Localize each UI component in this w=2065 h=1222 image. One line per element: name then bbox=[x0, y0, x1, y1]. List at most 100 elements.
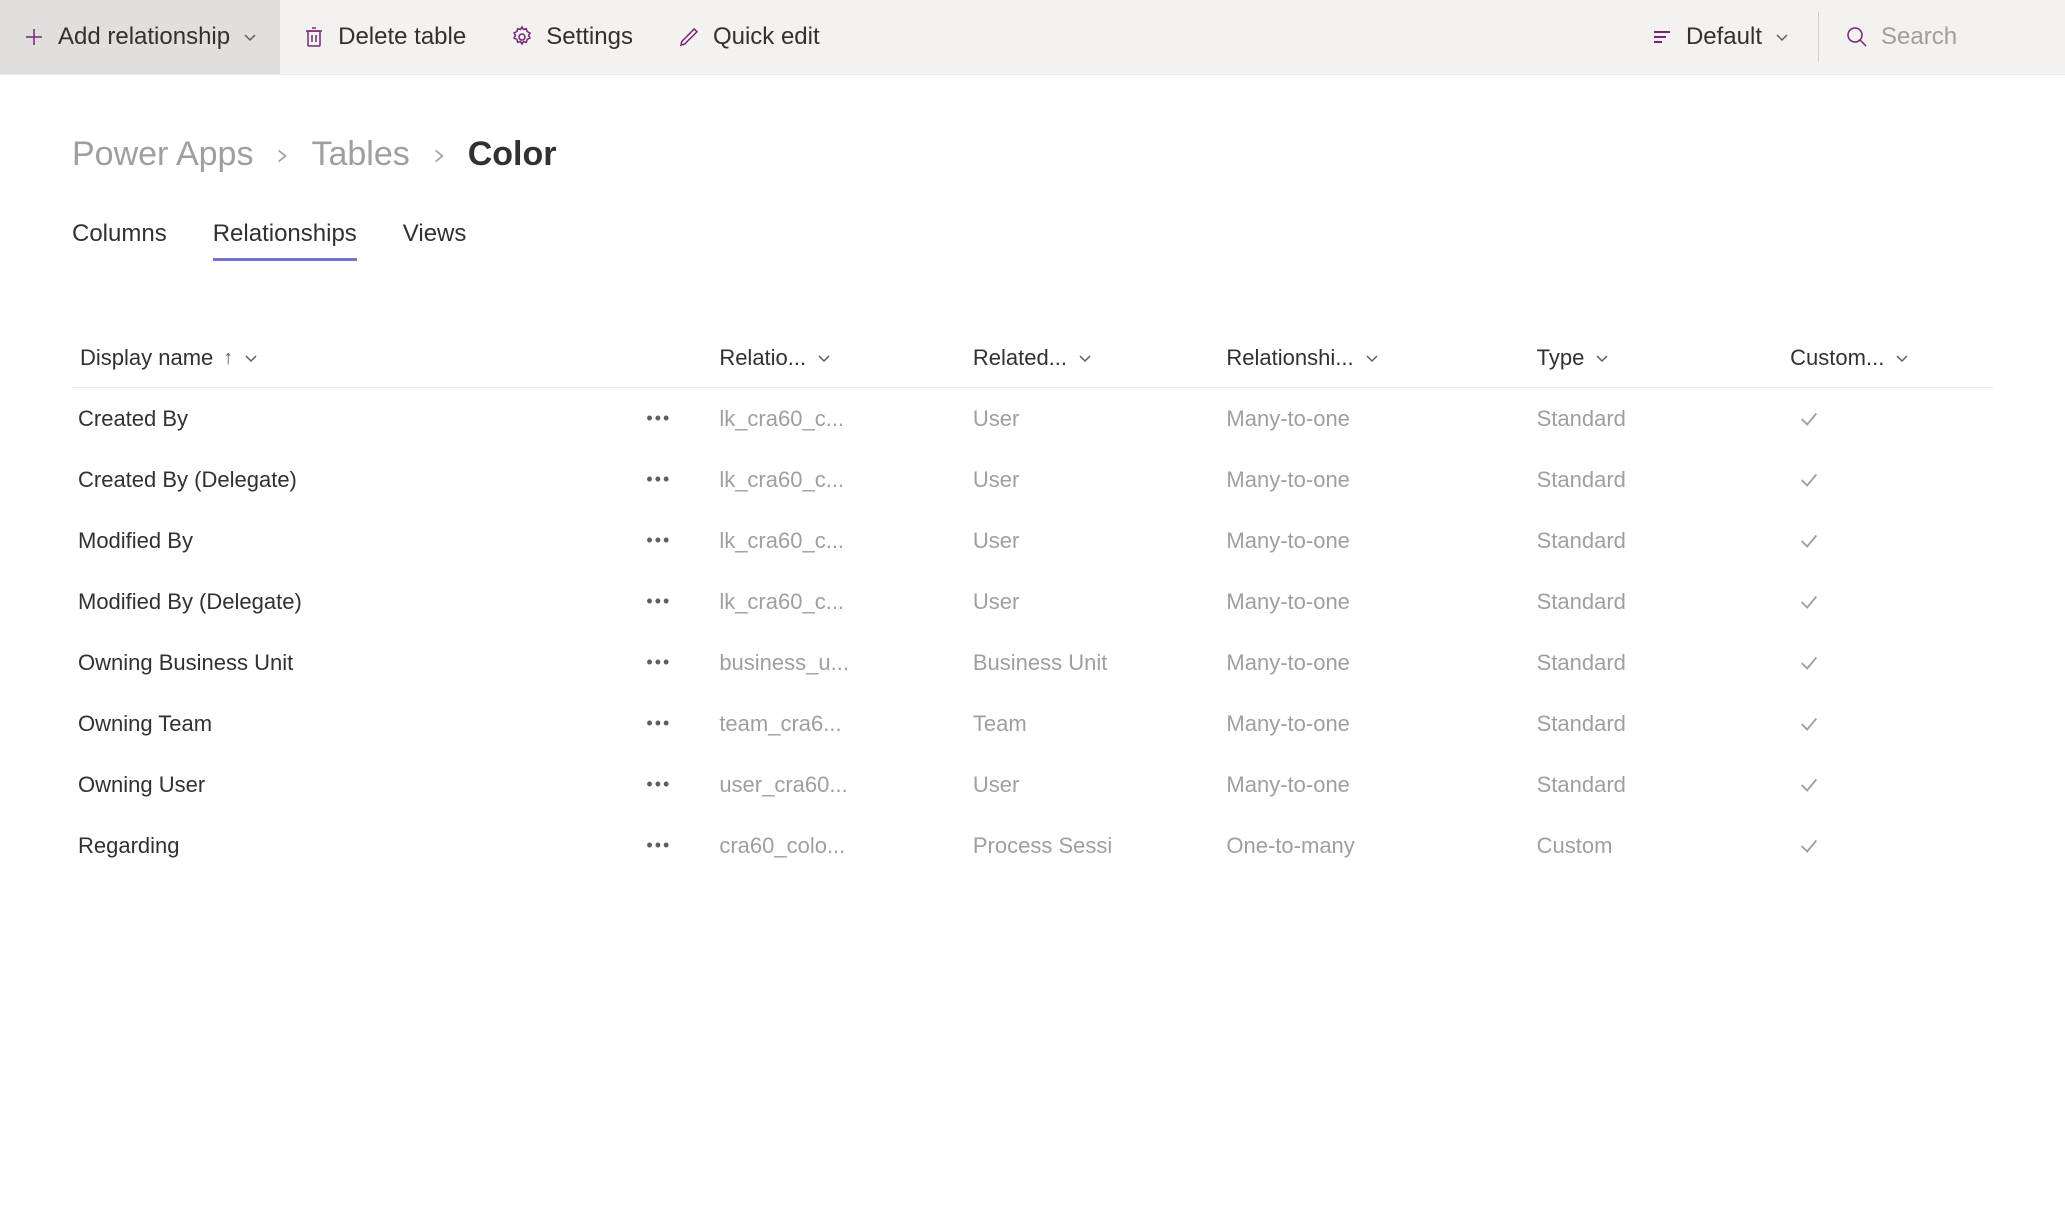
row-relatedtable: User bbox=[967, 388, 1221, 450]
row-more-button[interactable]: ••• bbox=[640, 768, 677, 801]
breadcrumb-tables[interactable]: Tables bbox=[311, 135, 409, 174]
row-relatedtable: User bbox=[967, 754, 1221, 815]
row-displayname: Modified By bbox=[78, 528, 193, 554]
gear-icon bbox=[510, 25, 534, 49]
settings-label: Settings bbox=[546, 23, 633, 51]
chevron-down-icon bbox=[1077, 350, 1093, 366]
check-icon bbox=[1798, 774, 1820, 796]
row-type: Standard bbox=[1531, 754, 1785, 815]
check-icon bbox=[1798, 469, 1820, 491]
row-more-button[interactable]: ••• bbox=[640, 829, 677, 862]
settings-button[interactable]: Settings bbox=[488, 0, 655, 74]
list-icon bbox=[1650, 25, 1674, 49]
table-row[interactable]: Owning User•••user_cra60...UserMany-to-o… bbox=[72, 754, 1993, 815]
row-relationshipname: cra60_colo... bbox=[713, 815, 967, 876]
plus-icon bbox=[22, 25, 46, 49]
row-more-button[interactable]: ••• bbox=[640, 646, 677, 679]
tab-columns[interactable]: Columns bbox=[72, 220, 167, 261]
check-icon bbox=[1798, 591, 1820, 613]
row-type: Standard bbox=[1531, 449, 1785, 510]
tab-strip: Columns Relationships Views bbox=[72, 220, 1993, 261]
breadcrumb-root[interactable]: Power Apps bbox=[72, 135, 253, 174]
search-input[interactable] bbox=[1881, 23, 2041, 51]
quick-edit-button[interactable]: Quick edit bbox=[655, 0, 842, 74]
row-customizable bbox=[1784, 510, 1993, 571]
tab-relationships[interactable]: Relationships bbox=[213, 220, 357, 261]
row-relatedtable: Process Sessi bbox=[967, 815, 1221, 876]
toolbar-divider bbox=[1818, 12, 1819, 62]
column-header-type[interactable]: Type bbox=[1531, 331, 1785, 388]
row-customizable bbox=[1784, 632, 1993, 693]
view-selector-label: Default bbox=[1686, 23, 1762, 51]
row-relationshiptype: Many-to-one bbox=[1220, 693, 1530, 754]
row-displayname: Regarding bbox=[78, 833, 180, 859]
row-more-button[interactable]: ••• bbox=[640, 707, 677, 740]
row-relationshipname: business_u... bbox=[713, 632, 967, 693]
row-relationshiptype: Many-to-one bbox=[1220, 510, 1530, 571]
row-customizable bbox=[1784, 754, 1993, 815]
delete-table-button[interactable]: Delete table bbox=[280, 0, 488, 74]
chevron-down-icon bbox=[816, 350, 832, 366]
add-relationship-button[interactable]: Add relationship bbox=[0, 0, 280, 74]
chevron-right-icon bbox=[430, 135, 448, 174]
row-displayname: Modified By (Delegate) bbox=[78, 589, 302, 615]
tab-views[interactable]: Views bbox=[403, 220, 467, 261]
table-row[interactable]: Owning Team•••team_cra6...TeamMany-to-on… bbox=[72, 693, 1993, 754]
row-more-button[interactable]: ••• bbox=[640, 585, 677, 618]
row-more-button[interactable]: ••• bbox=[640, 463, 677, 496]
row-type: Standard bbox=[1531, 510, 1785, 571]
row-displayname: Created By (Delegate) bbox=[78, 467, 297, 493]
row-relationshipname: lk_cra60_c... bbox=[713, 388, 967, 450]
column-header-displayname[interactable]: Display name ↑ bbox=[72, 331, 713, 388]
table-row[interactable]: Regarding ••• cra60_colo...Process SessiOn… bbox=[72, 815, 1993, 876]
row-type: Standard bbox=[1531, 693, 1785, 754]
command-bar: Add relationship Delete table Settings Q… bbox=[0, 0, 2065, 75]
row-customizable bbox=[1784, 693, 1993, 754]
table-row[interactable]: Modified By (Delegate)•••lk_cra60_c...Us… bbox=[72, 571, 1993, 632]
breadcrumb: Power Apps Tables Color bbox=[72, 135, 1993, 174]
column-header-customizable[interactable]: Custom... bbox=[1784, 331, 1993, 388]
row-relatedtable: User bbox=[967, 449, 1221, 510]
search-box[interactable] bbox=[1825, 0, 2065, 74]
row-relatedtable: User bbox=[967, 571, 1221, 632]
row-relationshipname: lk_cra60_c... bbox=[713, 449, 967, 510]
row-displayname: Created By bbox=[78, 406, 188, 432]
chevron-down-icon bbox=[1894, 350, 1910, 366]
relationships-table: Display name ↑ Relatio... Relate bbox=[72, 331, 1993, 876]
quick-edit-label: Quick edit bbox=[713, 23, 820, 51]
row-type: Standard bbox=[1531, 388, 1785, 450]
pencil-icon bbox=[677, 25, 701, 49]
chevron-down-icon bbox=[1364, 350, 1380, 366]
table-row[interactable]: Created By (Delegate) ••• lk_cra60_c...Use… bbox=[72, 449, 1993, 510]
row-relationshiptype: Many-to-one bbox=[1220, 449, 1530, 510]
table-row[interactable]: Owning Business Unit•••business_u...Busi… bbox=[72, 632, 1993, 693]
search-icon bbox=[1845, 25, 1869, 49]
row-type: Standard bbox=[1531, 632, 1785, 693]
view-selector-button[interactable]: Default bbox=[1628, 0, 1812, 74]
row-more-button[interactable]: ••• bbox=[640, 524, 677, 557]
table-row[interactable]: Created By ••• lk_cra60_c...UserMany-to-on… bbox=[72, 388, 1993, 450]
row-relatedtable: User bbox=[967, 510, 1221, 571]
row-customizable bbox=[1784, 388, 1993, 450]
check-icon bbox=[1798, 835, 1820, 857]
sort-asc-icon: ↑ bbox=[223, 347, 233, 370]
row-relationshipname: lk_cra60_c... bbox=[713, 510, 967, 571]
table-row[interactable]: Modified By ••• lk_cra60_c...UserMany-to-o… bbox=[72, 510, 1993, 571]
row-displayname: Owning User bbox=[78, 772, 205, 798]
row-customizable bbox=[1784, 449, 1993, 510]
row-more-button[interactable]: ••• bbox=[640, 402, 677, 435]
row-relatedtable: Team bbox=[967, 693, 1221, 754]
row-customizable bbox=[1784, 815, 1993, 876]
column-header-relatedtable[interactable]: Related... bbox=[967, 331, 1221, 388]
column-header-relationshipname[interactable]: Relatio... bbox=[713, 331, 967, 388]
delete-table-label: Delete table bbox=[338, 23, 466, 51]
row-relationshiptype: Many-to-one bbox=[1220, 632, 1530, 693]
column-header-relationshiptype[interactable]: Relationshi... bbox=[1220, 331, 1530, 388]
breadcrumb-current: Color bbox=[468, 135, 557, 174]
row-relationshiptype: One-to-many bbox=[1220, 815, 1530, 876]
row-type: Standard bbox=[1531, 571, 1785, 632]
row-relationshiptype: Many-to-one bbox=[1220, 388, 1530, 450]
chevron-down-icon bbox=[1594, 350, 1610, 366]
chevron-down-icon bbox=[242, 29, 258, 45]
row-relationshiptype: Many-to-one bbox=[1220, 571, 1530, 632]
